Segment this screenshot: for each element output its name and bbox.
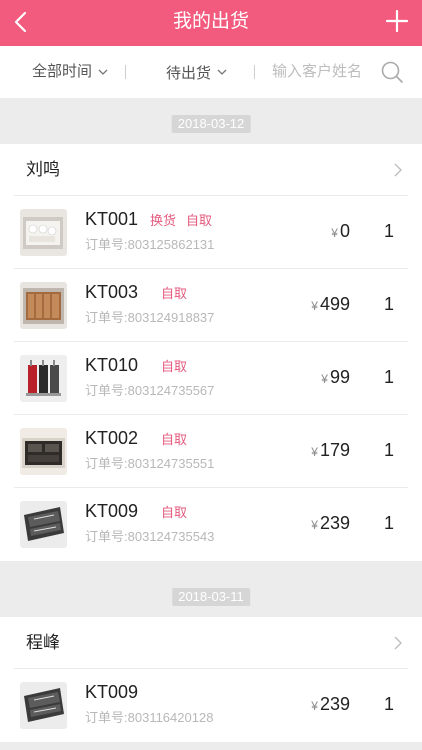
order-number: 订单号:803116420128	[85, 709, 213, 727]
product-code: KT010	[85, 355, 139, 375]
product-thumbnail	[20, 682, 67, 729]
customer-name: 刘鸣	[26, 160, 60, 179]
price-value: 179	[319, 440, 350, 460]
order-value: 803124735543	[127, 529, 215, 544]
tag-pickup: 自取	[161, 505, 188, 520]
order-item[interactable]: KT010 自取 订单号:803124735567 ¥99 1	[0, 342, 422, 415]
product-thumbnail	[20, 501, 67, 548]
divider	[125, 65, 126, 79]
app-header: 我的出货	[0, 0, 422, 46]
order-label: 订单号:	[85, 310, 128, 325]
order-value: 803116420128	[127, 710, 214, 725]
order-item[interactable]: KT009 订单号:803116420128 ¥239 1	[0, 669, 422, 742]
chevron-right-icon	[394, 636, 402, 650]
price: ¥239	[311, 512, 350, 536]
customer-row[interactable]: 刘鸣	[0, 144, 422, 196]
order-value: 803125862131	[127, 237, 215, 252]
price: ¥499	[311, 293, 350, 317]
chevron-down-icon	[98, 69, 108, 75]
tag-list: 自取	[161, 431, 197, 449]
status-filter-dropdown[interactable]: 待出货	[166, 46, 227, 98]
order-item[interactable]: KT002 自取 订单号:803124735551 ¥179 1	[0, 415, 422, 488]
product-thumbnail	[20, 282, 67, 329]
tag-pickup: 自取	[161, 359, 188, 374]
order-item[interactable]: KT009 自取 订单号:803124735543 ¥239 1	[0, 488, 422, 561]
price-value: 499	[319, 294, 350, 314]
tag-list: 自取	[161, 504, 197, 522]
order-item[interactable]: KT001 换货 自取 订单号:803125862131 ¥0 1	[0, 196, 422, 269]
customer-name: 程峰	[26, 633, 60, 652]
date-label: 2018-03-11	[172, 588, 250, 606]
divider	[254, 65, 255, 79]
quantity: 1	[383, 513, 394, 533]
tag-pickup: 自取	[186, 213, 213, 228]
currency-symbol: ¥	[311, 699, 318, 713]
order-value: 803124918837	[127, 310, 215, 325]
order-number: 订单号:803124735543	[85, 528, 214, 546]
order-label: 订单号:	[85, 383, 128, 398]
product-thumbnail	[20, 355, 67, 402]
date-header: 2018-03-11	[0, 571, 422, 617]
quantity: 1	[383, 694, 394, 714]
tag-pickup: 自取	[161, 432, 188, 447]
product-thumbnail	[20, 428, 67, 475]
product-code: KT003	[85, 282, 139, 302]
order-number: 订单号:803124735567	[85, 382, 214, 400]
product-code: KT009	[85, 682, 139, 702]
quantity: 1	[383, 221, 394, 241]
plus-icon[interactable]	[386, 10, 408, 32]
quantity: 1	[383, 294, 394, 314]
customer-search-input[interactable]: 输入客户姓名	[272, 46, 362, 98]
currency-symbol: ¥	[331, 226, 338, 240]
order-number: 订单号:803124918837	[85, 309, 214, 327]
date-label: 2018-03-12	[171, 115, 251, 133]
product-code: KT009	[85, 501, 139, 521]
tag-list: 自取	[161, 358, 197, 376]
tag-list: 自取	[161, 285, 197, 303]
tag-list: 换货 自取	[150, 212, 222, 230]
price: ¥0	[331, 220, 350, 244]
tag-exchange: 换货	[150, 213, 177, 228]
price-value: 239	[319, 513, 350, 533]
order-number: 订单号:803124735551	[85, 455, 214, 473]
product-code: KT002	[85, 428, 139, 448]
product-thumbnail	[20, 209, 67, 256]
price: ¥239	[311, 693, 350, 717]
product-code: KT001	[85, 209, 139, 229]
order-number: 订单号:803125862131	[85, 236, 214, 254]
time-filter-label: 全部时间	[32, 63, 93, 80]
price-value: 99	[329, 367, 350, 387]
date-header: 2018-03-12	[0, 98, 422, 144]
order-label: 订单号:	[85, 710, 128, 725]
quantity: 1	[383, 440, 394, 460]
currency-symbol: ¥	[311, 299, 318, 313]
tag-pickup: 自取	[161, 286, 188, 301]
order-label: 订单号:	[85, 237, 128, 252]
order-label: 订单号:	[85, 456, 128, 471]
currency-symbol: ¥	[311, 518, 318, 532]
time-filter-dropdown[interactable]: 全部时间	[32, 46, 108, 98]
order-value: 803124735551	[127, 456, 215, 471]
page-title: 我的出货	[172, 11, 249, 32]
chevron-down-icon	[217, 69, 227, 75]
filter-bar: 全部时间 待出货 输入客户姓名	[0, 46, 422, 98]
customer-row[interactable]: 程峰	[0, 617, 422, 669]
price: ¥99	[321, 366, 350, 390]
price-value: 0	[339, 221, 350, 241]
price: ¥179	[311, 439, 350, 463]
order-item[interactable]: KT003 自取 订单号:803124918837 ¥499 1	[0, 269, 422, 342]
search-icon[interactable]	[380, 60, 404, 84]
status-filter-label: 待出货	[166, 64, 212, 82]
chevron-right-icon	[394, 163, 402, 177]
price-value: 239	[319, 694, 350, 714]
quantity: 1	[383, 367, 394, 387]
currency-symbol: ¥	[321, 372, 328, 386]
order-value: 803124735567	[127, 383, 215, 398]
currency-symbol: ¥	[311, 445, 318, 459]
order-label: 订单号:	[85, 529, 128, 544]
